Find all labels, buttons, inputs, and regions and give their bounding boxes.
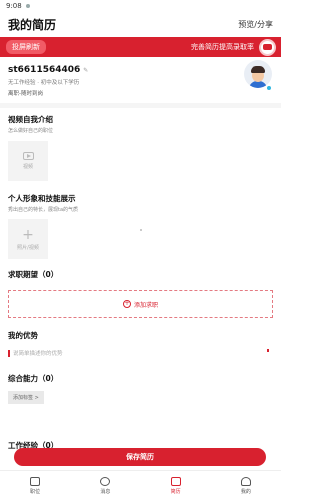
bottom-tab-bar: 职位 消息 简历 我的 xyxy=(0,470,281,500)
quote-mark-icon xyxy=(8,349,10,357)
video-intro-title: 视频自我介绍 xyxy=(8,115,53,124)
save-resume-button[interactable]: 保存简历 xyxy=(14,448,266,466)
abilities-title: 综合能力（0） xyxy=(8,374,59,383)
tab-jobs-label: 职位 xyxy=(30,488,41,495)
advantages-placeholder: 说简单描述你的优势 xyxy=(13,351,63,357)
advantages-input[interactable]: 说简单描述你的优势 xyxy=(8,349,273,357)
edit-pencil-icon[interactable]: ✎ xyxy=(83,67,88,74)
profile-meta: 无工作经验 · 初中及以下学历 xyxy=(8,80,80,86)
tab-resume-label: 简历 xyxy=(170,488,181,495)
image-skills-subtitle: 秀出自己的特长，展现ta的气质 xyxy=(8,207,79,213)
briefcase-icon xyxy=(30,476,41,486)
job-expectation-title: 求职期望（0） xyxy=(8,270,59,279)
add-tag-button[interactable]: 添加标签 > xyxy=(8,391,44,404)
tab-me-label: 我的 xyxy=(240,488,251,495)
video-intro-section: 视频自我介绍 怎么做好自己的职位 视频 xyxy=(0,108,281,181)
plus-icon: + xyxy=(22,226,34,243)
avatar[interactable] xyxy=(244,60,272,88)
tab-me[interactable]: 我的 xyxy=(211,471,281,500)
status-time: 9:08 xyxy=(6,1,22,10)
profile-status: 离职-随时到岗 xyxy=(8,91,43,97)
add-job-expectation-button[interactable]: + 添加求职 xyxy=(8,290,273,318)
photo-box-label: 照片/视频 xyxy=(17,244,39,251)
photo-upload-box[interactable]: + 照片/视频 xyxy=(8,219,48,259)
page-header: 我的简历 预览/分享 xyxy=(0,11,281,37)
avatar-body xyxy=(249,81,267,88)
add-circle-icon: + xyxy=(122,300,131,308)
job-expectation-section: 求职期望（0） + 添加求职 xyxy=(0,259,281,318)
resume-icon xyxy=(170,476,181,486)
tab-jobs[interactable]: 职位 xyxy=(0,471,70,500)
abilities-section: 综合能力（0） 添加标签 > xyxy=(0,357,281,404)
video-camera-icon xyxy=(22,152,34,160)
image-skills-title: 个人形象和技能展示 xyxy=(8,194,76,203)
banner-tip: 完善简历提高录取率 xyxy=(191,43,254,51)
progress-ring-icon[interactable] xyxy=(259,38,276,56)
banner-right: 完善简历提高录取率 xyxy=(191,38,276,56)
video-upload-box[interactable]: 视频 xyxy=(8,141,48,181)
tab-messages-label: 消息 xyxy=(100,488,111,495)
preview-share-button[interactable]: 预览/分享 xyxy=(238,19,273,30)
status-bar: 9:08 xyxy=(0,0,281,11)
chat-icon xyxy=(100,476,111,486)
tab-resume[interactable]: 简历 xyxy=(141,471,211,500)
user-name: st6611564406 xyxy=(8,65,81,75)
person-icon xyxy=(240,476,251,486)
advantages-section: 我的优势 说简单描述你的优势 xyxy=(0,318,281,357)
refresh-button[interactable]: 投屏刷新 xyxy=(6,40,46,54)
video-box-label: 视频 xyxy=(22,164,33,170)
decor-dot xyxy=(140,229,142,231)
ring-center xyxy=(263,44,272,50)
name-row: st6611564406 ✎ xyxy=(8,65,273,75)
add-job-label: 添加求职 xyxy=(133,301,158,309)
completion-banner: 投屏刷新 完善简历提高录取率 xyxy=(0,37,281,57)
status-dot-icon xyxy=(25,3,30,8)
video-intro-subtitle: 怎么做好自己的职位 xyxy=(8,128,54,134)
image-skills-section: 个人形象和技能展示 秀出自己的特长，展现ta的气质 + 照片/视频 xyxy=(0,181,281,259)
profile-card[interactable]: st6611564406 ✎ 无工作经验 · 初中及以下学历 离职-随时到岗 xyxy=(0,57,281,103)
tab-messages[interactable]: 消息 xyxy=(70,471,140,500)
avatar-hair xyxy=(251,66,265,73)
page-title: 我的简历 xyxy=(8,17,57,32)
advantages-title: 我的优势 xyxy=(8,331,38,340)
quote-mark-end-icon xyxy=(267,349,269,352)
avatar-badge-icon xyxy=(266,85,272,91)
